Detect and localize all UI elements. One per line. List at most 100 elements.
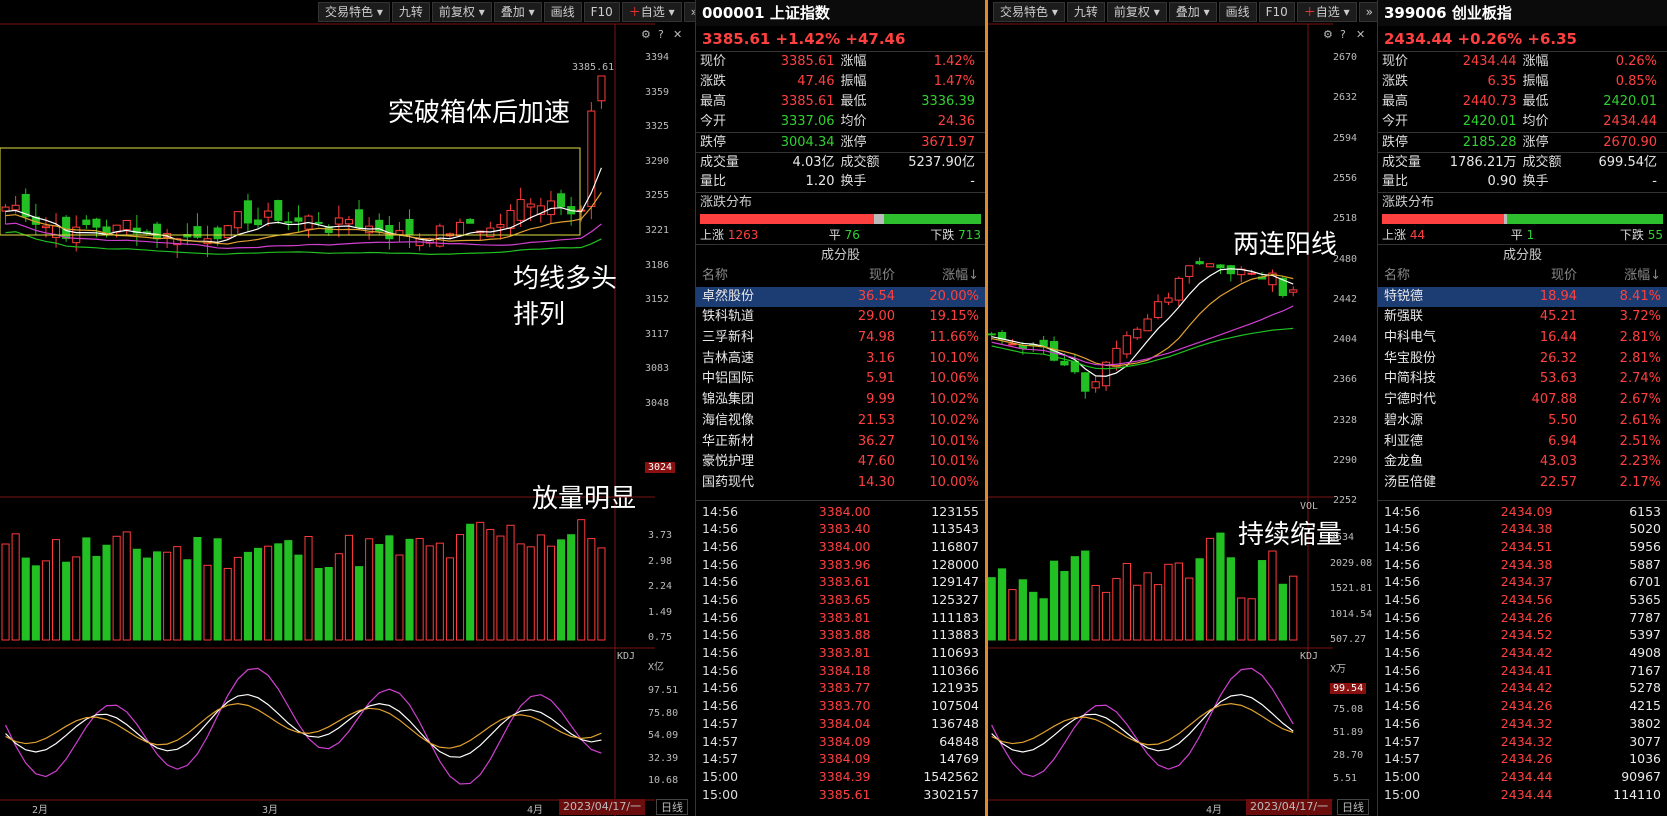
cy-period-button[interactable]: 日线 bbox=[1337, 799, 1369, 815]
constituent-row[interactable]: 宁德时代 407.88 2.67% bbox=[1378, 390, 1667, 411]
stock-price: 21.53 bbox=[857, 412, 896, 428]
volume-bar bbox=[1143, 572, 1152, 641]
ma30-line bbox=[991, 327, 1294, 370]
volume-bar bbox=[82, 537, 91, 641]
help-icon[interactable]: ? bbox=[1340, 28, 1346, 41]
tick-volume: 121935 bbox=[931, 680, 979, 696]
column-header[interactable]: 涨幅↓ bbox=[895, 266, 979, 287]
tick-volume: 6701 bbox=[1629, 574, 1661, 590]
constituent-row[interactable]: 三孚新科 74.98 11.66% bbox=[696, 328, 985, 349]
constituents-header[interactable]: 名称 现价 涨幅↓ bbox=[1378, 266, 1667, 287]
volume-bar bbox=[466, 523, 475, 641]
candle-body bbox=[1247, 272, 1256, 275]
tick-time: 14:56 bbox=[1384, 521, 1421, 537]
volume-bar bbox=[1226, 557, 1235, 641]
column-header[interactable]: 名称 bbox=[702, 266, 811, 287]
tick-time: 14:57 bbox=[702, 733, 739, 749]
constituent-row[interactable]: 新强联 45.21 3.72% bbox=[1378, 307, 1667, 328]
stat-label: 最高 bbox=[1382, 94, 1409, 109]
cy-kdj-current: 99.54 bbox=[1330, 683, 1367, 694]
constituent-row[interactable]: 海信视像 21.53 10.02% bbox=[696, 411, 985, 432]
constituent-row[interactable]: 华正新材 36.27 10.01% bbox=[696, 432, 985, 453]
stock-price: 18.94 bbox=[1539, 288, 1578, 304]
tick-time: 14:57 bbox=[702, 751, 739, 767]
settings-icon[interactable]: ⚙ bbox=[641, 28, 651, 41]
stat-value: 0.26% bbox=[1615, 54, 1657, 69]
stat-row: 现价 3385.61 涨幅 1.42% bbox=[696, 52, 985, 72]
help-icon[interactable]: ? bbox=[658, 28, 664, 41]
constituent-row[interactable]: 铁科轨道 29.00 19.15% bbox=[696, 307, 985, 328]
candle-body bbox=[1216, 264, 1225, 269]
stat-value: 699.54亿 bbox=[1598, 155, 1658, 170]
volume-bar bbox=[557, 539, 566, 641]
volume-bar bbox=[11, 533, 20, 641]
tick-volume: 114110 bbox=[1613, 786, 1661, 802]
constituent-row[interactable]: 特锐德 18.94 8.41% bbox=[1378, 286, 1667, 308]
axis-tick-label: 75.80 bbox=[648, 707, 679, 719]
cy-kline-chart[interactable] bbox=[988, 0, 1377, 816]
stock-change: 3.72% bbox=[1619, 309, 1661, 325]
tick-time: 14:56 bbox=[702, 538, 739, 554]
tick-price: 2434.26 bbox=[1500, 751, 1553, 767]
constituent-row[interactable]: 利亚德 6.94 2.51% bbox=[1378, 432, 1667, 453]
stock-price: 45.21 bbox=[1539, 309, 1578, 325]
stat-value: 1.20 bbox=[805, 174, 835, 189]
constituent-row[interactable]: 金龙鱼 43.03 2.23% bbox=[1378, 452, 1667, 473]
constituent-row[interactable]: 华宝股份 26.32 2.81% bbox=[1378, 349, 1667, 370]
close-icon[interactable]: ✕ bbox=[673, 28, 682, 41]
stat-value: 0.85% bbox=[1615, 74, 1657, 89]
column-header[interactable]: 涨幅↓ bbox=[1577, 266, 1661, 287]
constituent-row[interactable]: 国药现代 14.30 10.00% bbox=[696, 473, 985, 494]
column-header[interactable]: 名称 bbox=[1384, 266, 1493, 287]
tick-row: 14:56 2434.09 6153 bbox=[1378, 503, 1667, 521]
stat-label: 成交额 bbox=[1522, 155, 1562, 170]
volume-bar bbox=[567, 534, 576, 641]
constituent-row[interactable]: 中铝国际 5.91 10.06% bbox=[696, 369, 985, 390]
constituents-header[interactable]: 名称 现价 涨幅↓ bbox=[696, 266, 985, 287]
stat-row: 最高 2440.73 最低 2420.01 bbox=[1378, 92, 1667, 112]
volume-bar bbox=[536, 534, 545, 641]
sh-period-button[interactable]: 日线 bbox=[656, 799, 688, 815]
settings-icon[interactable]: ⚙ bbox=[1323, 28, 1333, 41]
volume-bar bbox=[546, 545, 555, 641]
tick-price: 3384.18 bbox=[818, 662, 871, 678]
close-icon[interactable]: ✕ bbox=[1356, 28, 1365, 41]
sh-price-line: 3385.61 +1.42% +47.46 bbox=[696, 26, 985, 52]
volume-bar bbox=[375, 544, 384, 641]
tick-price: 3384.39 bbox=[818, 768, 871, 784]
stat-label: 均价 bbox=[1522, 114, 1549, 129]
up-count: 1263 bbox=[727, 228, 759, 242]
tick-volume: 3802 bbox=[1629, 715, 1661, 731]
stat-label: 涨幅 bbox=[1522, 54, 1549, 69]
column-header[interactable]: 现价 bbox=[1493, 266, 1577, 287]
axis-tick-label: 3325 bbox=[645, 121, 670, 133]
tick-time: 15:00 bbox=[702, 768, 739, 784]
constituent-row[interactable]: 豪悦护理 47.60 10.01% bbox=[696, 452, 985, 473]
cy-constituents: 名称 现价 涨幅↓ 特锐德 18.94 8.41% 新强联 45.21 3.72% 中科电气 16.… bbox=[1378, 266, 1667, 494]
candle-body bbox=[496, 224, 505, 228]
tick-row: 14:56 3383.70 107504 bbox=[696, 697, 985, 715]
constituent-row[interactable]: 锦泓集团 9.99 10.02% bbox=[696, 390, 985, 411]
stock-price: 9.99 bbox=[866, 392, 896, 408]
constituent-row[interactable]: 卓然股份 36.54 20.00% bbox=[696, 286, 985, 308]
tick-row: 14:56 3383.81 111183 bbox=[696, 609, 985, 627]
candle-body bbox=[526, 203, 535, 208]
month-label: 2月 bbox=[32, 805, 49, 816]
cy-chart-pane: 交易特色 ▾ 九转 前复权 ▾ 叠加 ▾ 画线 F10 ＋自选 ▾ » ⚙ ? … bbox=[988, 0, 1380, 816]
stock-name: 豪悦护理 bbox=[702, 454, 755, 470]
sh-kline-chart[interactable] bbox=[0, 0, 695, 816]
constituent-row[interactable]: 碧水源 5.50 2.61% bbox=[1378, 411, 1667, 432]
volume-bar bbox=[112, 535, 121, 641]
volume-bar bbox=[183, 559, 192, 641]
tick-time: 14:56 bbox=[1384, 538, 1421, 554]
volume-bar bbox=[173, 546, 182, 641]
constituent-row[interactable]: 汤臣倍健 22.57 2.17% bbox=[1378, 473, 1667, 494]
constituent-row[interactable]: 中简科技 53.63 2.74% bbox=[1378, 369, 1667, 390]
tick-time: 14:56 bbox=[1384, 556, 1421, 572]
candle-body bbox=[153, 223, 162, 240]
constituent-row[interactable]: 吉林高速 3.16 10.10% bbox=[696, 349, 985, 370]
constituent-row[interactable]: 中科电气 16.44 2.81% bbox=[1378, 328, 1667, 349]
stat-row: 涨跌 47.46 振幅 1.47% bbox=[696, 72, 985, 92]
axis-tick-label: 2.98 bbox=[648, 555, 673, 567]
column-header[interactable]: 现价 bbox=[811, 266, 895, 287]
